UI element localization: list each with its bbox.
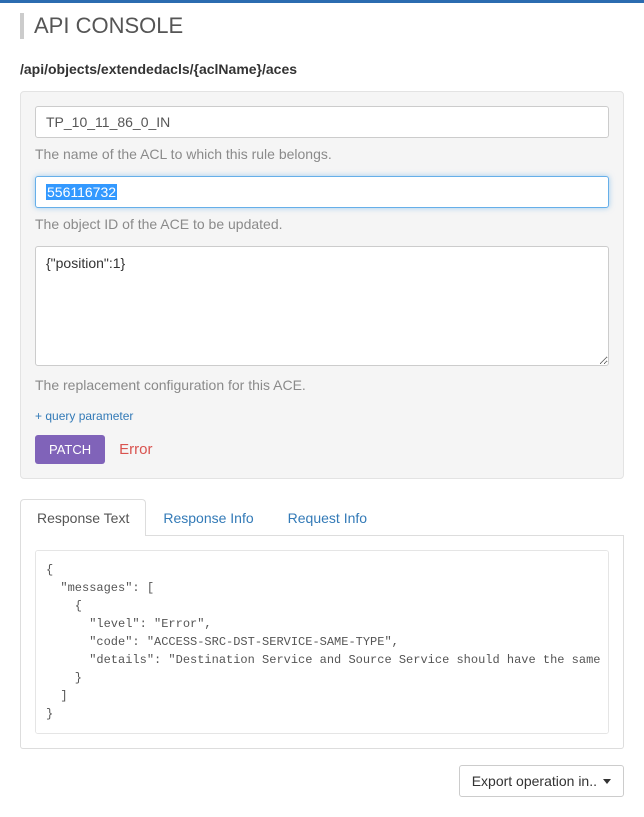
main-container: API CONSOLE /api/objects/extendedacls/{a… bbox=[0, 3, 644, 817]
object-id-help: The object ID of the ACE to be updated. bbox=[35, 216, 609, 232]
acl-name-help: The name of the ACL to which this rule b… bbox=[35, 146, 609, 162]
request-body-help: The replacement configuration for this A… bbox=[35, 377, 609, 393]
caret-down-icon bbox=[603, 779, 611, 784]
tab-response-text[interactable]: Response Text bbox=[20, 499, 146, 536]
tab-request-info[interactable]: Request Info bbox=[271, 499, 384, 536]
export-label: Export operation in.. bbox=[472, 773, 597, 789]
action-row: PATCH Error bbox=[35, 435, 609, 464]
page-title: API CONSOLE bbox=[20, 13, 624, 39]
acl-name-input[interactable] bbox=[35, 106, 609, 138]
object-id-input[interactable]: 556116732 bbox=[35, 176, 609, 208]
response-panel: { "messages": [ { "level": "Error", "cod… bbox=[20, 536, 624, 749]
request-body-textarea[interactable] bbox=[35, 246, 609, 366]
object-id-value: 556116732 bbox=[46, 184, 117, 200]
response-tabs: Response Text Response Info Request Info bbox=[20, 499, 624, 536]
status-label: Error bbox=[119, 441, 152, 458]
endpoint-path: /api/objects/extendedacls/{aclName}/aces bbox=[20, 61, 624, 77]
tab-response-info[interactable]: Response Info bbox=[146, 499, 270, 536]
export-operation-button[interactable]: Export operation in.. bbox=[459, 765, 624, 797]
response-body[interactable]: { "messages": [ { "level": "Error", "cod… bbox=[35, 550, 609, 734]
patch-button[interactable]: PATCH bbox=[35, 435, 105, 464]
add-query-parameter-link[interactable]: + query parameter bbox=[35, 409, 133, 423]
request-panel: The name of the ACL to which this rule b… bbox=[20, 91, 624, 479]
export-row: Export operation in.. bbox=[20, 765, 624, 797]
